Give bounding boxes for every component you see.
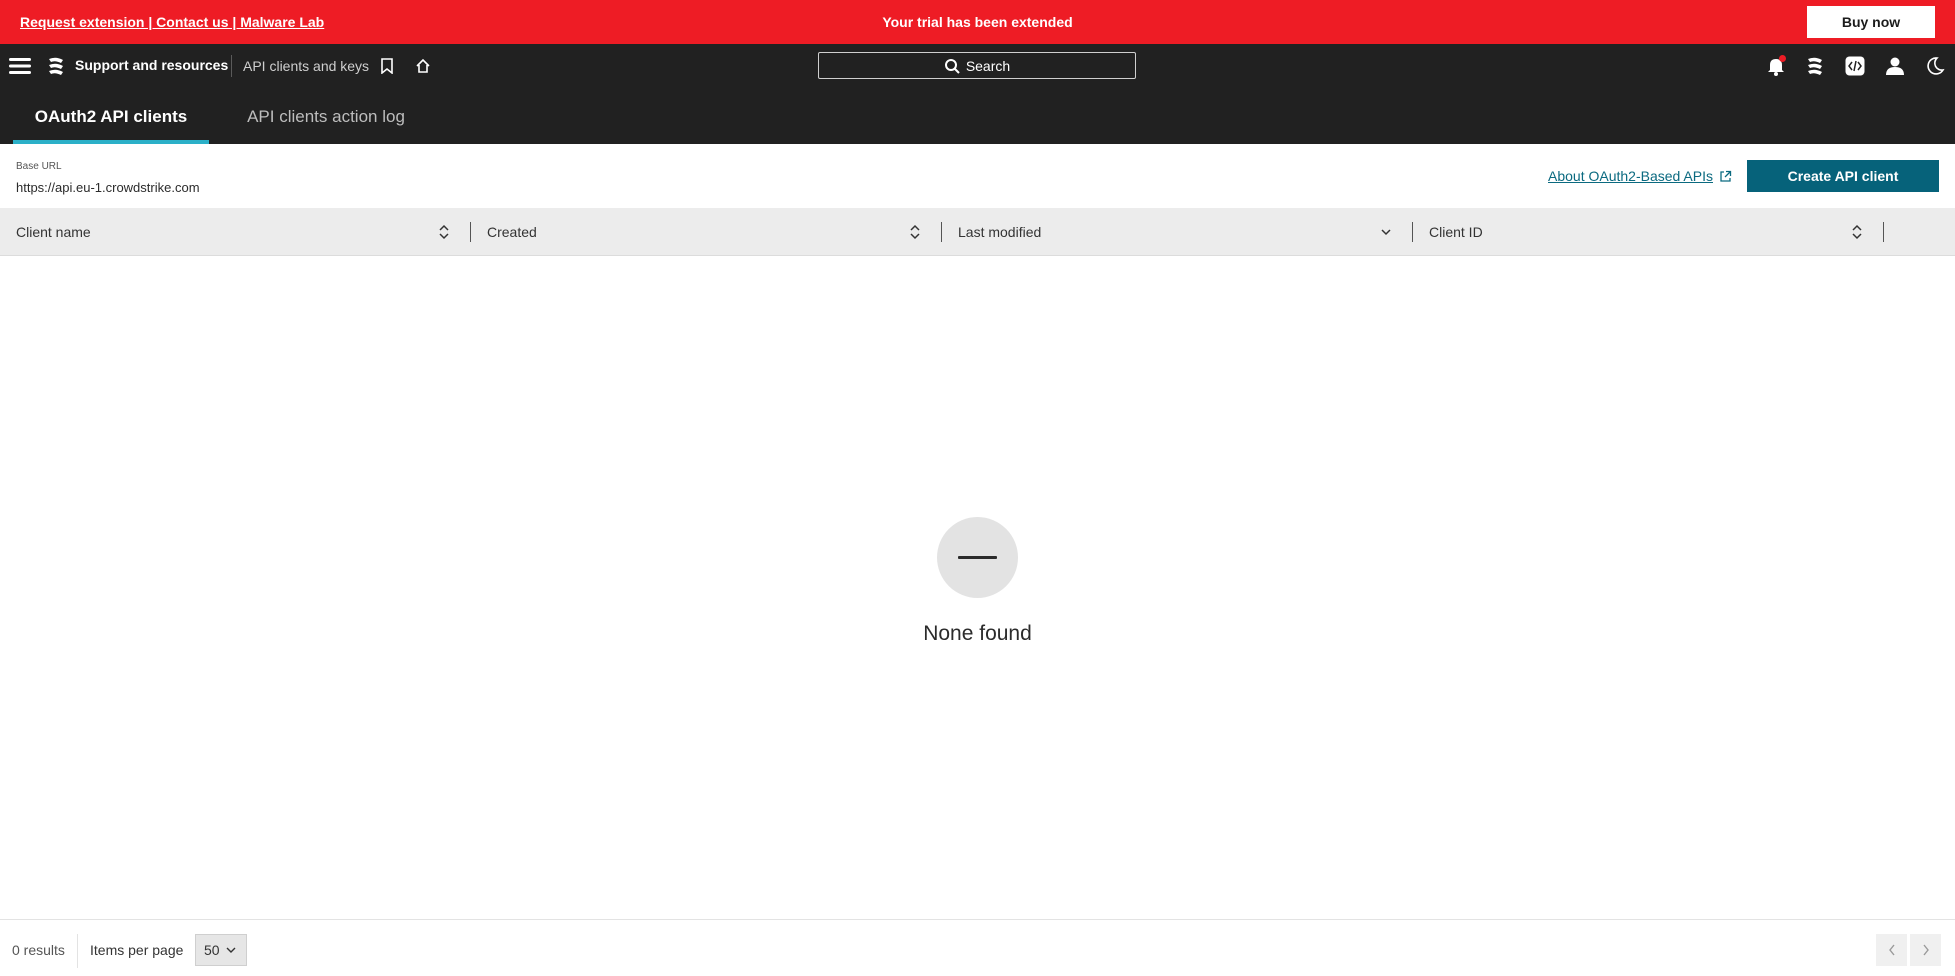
base-url-label: Base URL — [16, 161, 62, 172]
search-bar[interactable]: Search — [818, 52, 1136, 79]
items-per-page-label: Items per page — [90, 942, 184, 958]
tab-oauth2-api-clients[interactable]: OAuth2 API clients — [13, 88, 209, 144]
sort-both-icon — [439, 224, 449, 240]
home-icon[interactable] — [411, 54, 435, 78]
banner-links[interactable]: Request extension | Contact us | Malware… — [20, 14, 324, 30]
base-url-value: https://api.eu-1.crowdstrike.com — [16, 180, 200, 195]
table-header: Client name Created Last modified Client… — [0, 208, 1955, 256]
about-oauth2-link[interactable]: About OAuth2-Based APIs — [1548, 168, 1732, 184]
column-label: Created — [487, 224, 537, 240]
column-header-client-name[interactable]: Client name — [16, 208, 456, 256]
moon-icon[interactable] — [1923, 54, 1947, 78]
items-per-page-select[interactable]: 50 — [195, 934, 247, 966]
chevron-right-icon — [1922, 944, 1929, 956]
about-oauth2-link-label: About OAuth2-Based APIs — [1548, 168, 1713, 184]
results-count: 0 results — [12, 942, 65, 958]
column-header-client-id[interactable]: Client ID — [1429, 208, 1869, 256]
search-icon — [944, 58, 960, 74]
tab-api-clients-action-log[interactable]: API clients action log — [226, 88, 426, 144]
crowdstrike-logo-icon[interactable] — [1803, 54, 1827, 78]
external-link-icon — [1720, 170, 1732, 182]
bookmark-icon[interactable] — [375, 54, 399, 78]
app-title[interactable]: Support and resources — [75, 57, 228, 73]
items-per-page-value: 50 — [204, 942, 220, 958]
dash-icon — [958, 556, 997, 559]
previous-page-button[interactable] — [1876, 934, 1907, 966]
code-icon[interactable] — [1843, 54, 1867, 78]
create-api-client-button[interactable]: Create API client — [1747, 160, 1939, 192]
sort-both-icon — [1852, 224, 1862, 240]
search-label: Search — [965, 57, 1011, 74]
column-label: Last modified — [958, 224, 1042, 240]
chevron-down-icon — [226, 947, 236, 953]
sort-descending-icon — [1381, 229, 1391, 236]
column-label: Client ID — [1429, 224, 1483, 240]
user-icon[interactable] — [1883, 54, 1907, 78]
column-header-last-modified[interactable]: Last modified — [958, 208, 1398, 256]
next-page-button[interactable] — [1910, 934, 1941, 966]
empty-state-icon — [937, 517, 1018, 598]
tab-bar: OAuth2 API clients API clients action lo… — [0, 88, 1955, 144]
column-header-created[interactable]: Created — [487, 208, 927, 256]
empty-state-message: None found — [923, 622, 1032, 645]
crowdstrike-logo-icon[interactable] — [44, 54, 68, 78]
trial-banner: Request extension | Contact us | Malware… — [0, 0, 1955, 44]
column-separator[interactable] — [941, 222, 942, 242]
column-separator[interactable] — [470, 222, 471, 242]
footer-divider — [77, 934, 78, 968]
chevron-left-icon — [1888, 944, 1895, 956]
column-label: Client name — [16, 224, 91, 240]
pagination-footer: 0 results Items per page 50 — [0, 919, 1955, 976]
breadcrumb: API clients and keys — [243, 58, 370, 74]
column-separator[interactable] — [1883, 222, 1884, 242]
sort-both-icon — [910, 224, 920, 240]
nav-divider — [231, 55, 232, 77]
column-separator[interactable] — [1412, 222, 1413, 242]
top-navigation: Support and resources API clients and ke… — [0, 44, 1955, 88]
notification-badge — [1779, 55, 1786, 62]
buy-now-button[interactable]: Buy now — [1807, 6, 1935, 38]
hamburger-menu-icon[interactable] — [8, 54, 32, 78]
